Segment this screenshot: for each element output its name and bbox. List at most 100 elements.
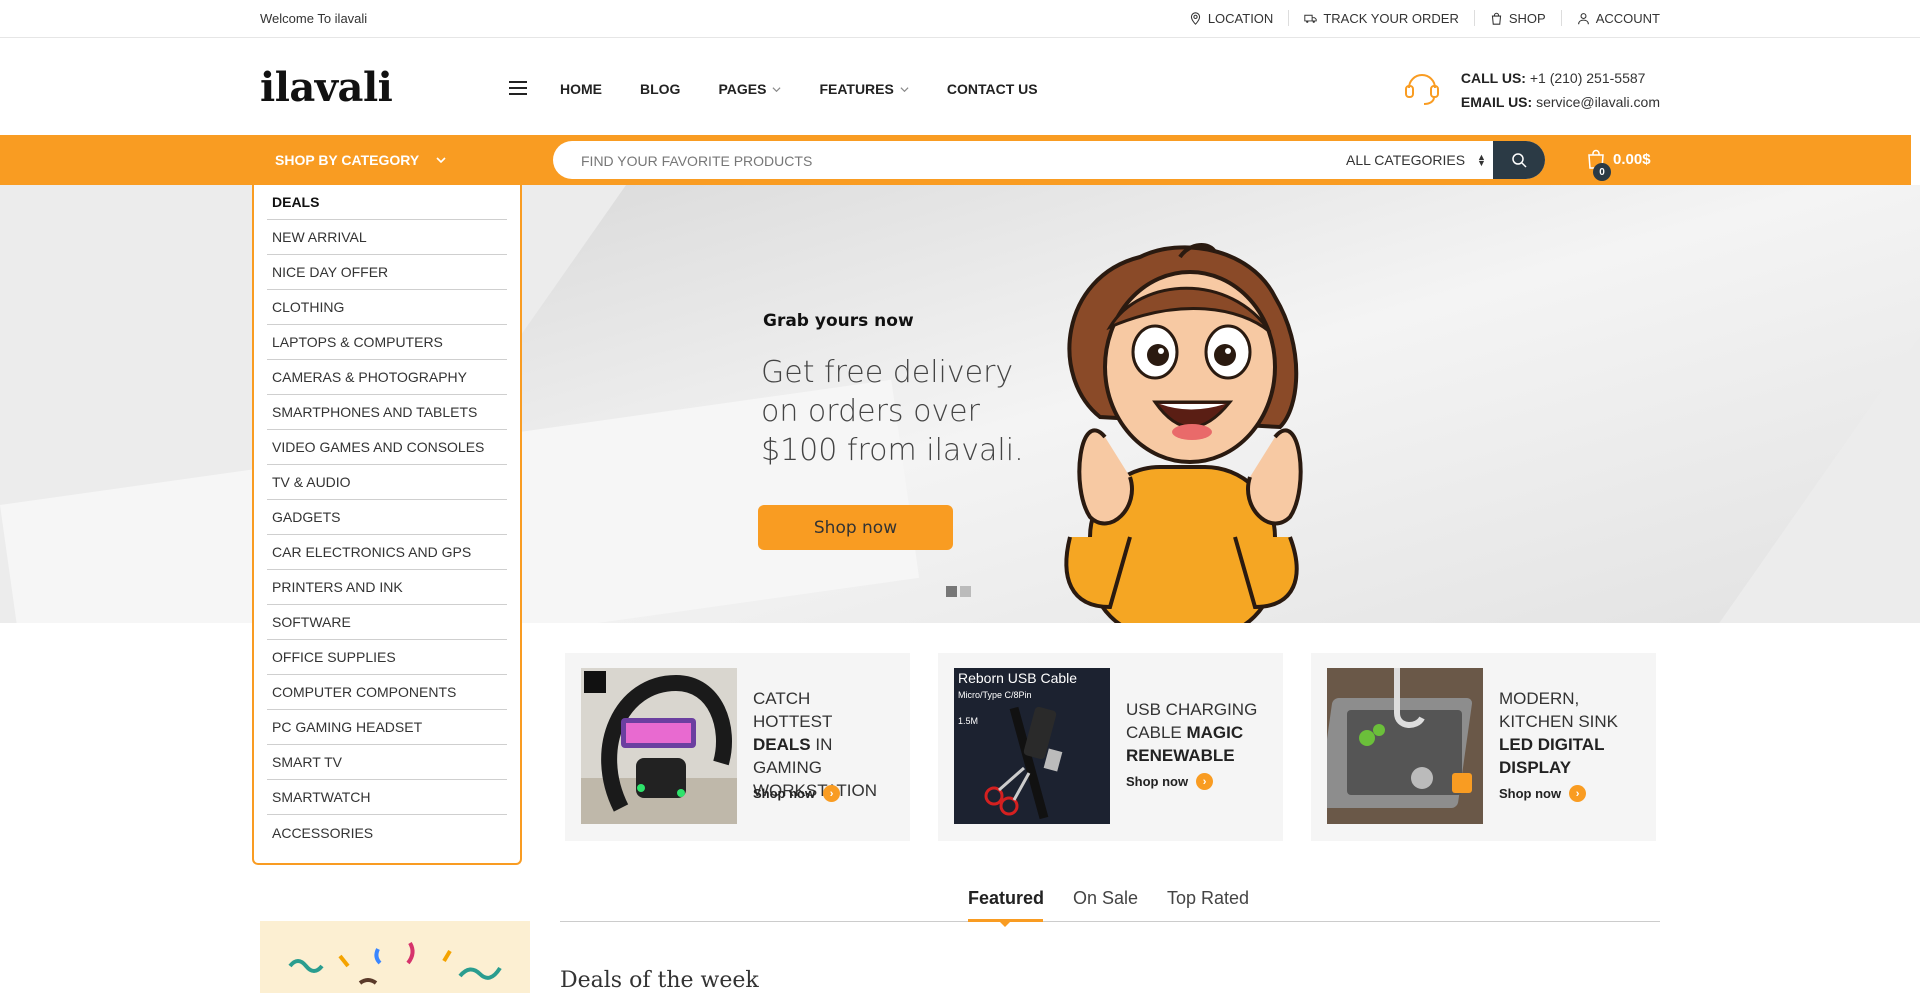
shop-link[interactable]: SHOP [1473,10,1561,26]
track-order-label: TRACK YOUR ORDER [1323,10,1459,26]
location-label: LOCATION [1207,10,1274,26]
category-select-value: ALL CATEGORIES [1346,152,1466,168]
user-icon [1577,12,1589,24]
nav-blog[interactable]: BLOG [640,81,680,97]
nav-home-label: HOME [560,81,602,97]
hero-shop-now-button[interactable]: Shop now [758,505,953,550]
site-logo[interactable]: ilavali [260,64,393,111]
search-button[interactable] [1493,141,1545,179]
promo-card-gaming[interactable]: CATCH HOTTEST DEALS IN GAMING WORKSTATIO… [565,653,910,841]
shop-by-category-label: SHOP BY CATEGORY [275,152,420,168]
category-item[interactable]: OFFICE SUPPLIES [267,640,507,675]
hero-headline: Get free delivery on orders over $100 fr… [761,355,1024,468]
track-order-link[interactable]: TRACK YOUR ORDER [1288,10,1474,26]
call-label: CALL US: [1460,70,1526,86]
site-header: ilavali HOME BLOG PAGES FEATURES CONTACT… [0,38,1920,135]
category-item[interactable]: COMPUTER COMPONENTS [267,675,507,710]
usb-cable-image: Reborn USB Cable Micro/Type C/8Pin 1.5M [954,668,1110,824]
kitchen-sink-image [1327,668,1483,824]
account-label: ACCOUNT [1595,10,1660,26]
top-bar: Welcome To ilavali LOCATION TRACK YOUR O… [0,0,1920,38]
hero-kicker: Grab yours now [763,311,914,331]
promo-card-usb-cable[interactable]: Reborn USB Cable Micro/Type C/8Pin 1.5M … [938,653,1283,841]
search-box: FIND YOUR FAVORITE PRODUCTS ALL CATEGORI… [553,141,1545,179]
support-info: CALL US: +1 (210) 251-5587 EMAIL US: ser… [1404,66,1660,114]
promo-plain-text: CATCH HOTTEST [753,689,833,731]
location-pin-icon [1190,11,1200,25]
category-item[interactable]: NEW ARRIVAL [267,220,507,255]
cart-count-badge: 0 [1593,163,1611,181]
category-search-bar: SHOP BY CATEGORY FIND YOUR FAVORITE PROD… [0,135,1911,185]
product-tabs: Featured On Sale Top Rated [560,888,1660,927]
promo-shop-now-link[interactable]: Shop now › [753,785,841,802]
nav-contact[interactable]: CONTACT US [947,81,1038,97]
call-value[interactable]: +1 (210) 251-5587 [1530,70,1646,86]
category-item[interactable]: VIDEO GAMES AND CONSOLES [267,430,507,465]
category-item[interactable]: SOFTWARE [267,605,507,640]
category-item[interactable]: NICE DAY OFFER [267,255,507,290]
promo-text: MODERN, KITCHEN SINK LED DIGITAL DISPLAY [1499,687,1639,779]
promo-shop-now-link[interactable]: Shop now › [1126,773,1214,790]
category-item[interactable]: CAMERAS & PHOTOGRAPHY [267,360,507,395]
cart-total: 0.00$ [1613,150,1651,168]
active-tab-pointer [1000,922,1010,927]
tab-featured[interactable]: Featured [968,888,1044,909]
email-value[interactable]: service@ilavali.com [1536,94,1660,110]
usb-image-title: Reborn USB Cable [958,670,1077,686]
category-item[interactable]: ACCESSORIES [267,815,507,850]
category-item[interactable]: TV & AUDIO [267,465,507,500]
nav-home[interactable]: HOME [560,81,602,97]
select-arrows-icon: ▲ ▼ [1477,152,1486,168]
chevron-down-icon [772,86,781,92]
confetti-banner-image [260,921,530,993]
account-link[interactable]: ACCOUNT [1560,10,1660,26]
category-item[interactable]: SMARTWATCH [267,780,507,815]
category-item[interactable]: SMARTPHONES AND TABLETS [267,395,507,430]
category-item[interactable]: SMART TV [267,745,507,780]
gaming-workstation-image [581,668,737,824]
promo-shop-now-link[interactable]: Shop now › [1499,785,1587,802]
chevron-down-icon [900,86,909,92]
slider-dot[interactable] [946,586,957,597]
nav-features[interactable]: FEATURES [819,81,909,97]
location-link[interactable]: LOCATION [1174,10,1289,26]
main-nav: HOME BLOG PAGES FEATURES CONTACT US [560,81,1076,97]
usb-image-length: 1.5M [958,716,978,726]
nav-pages-label: PAGES [718,81,767,97]
category-item[interactable]: PRINTERS AND INK [267,570,507,605]
category-item[interactable]: GADGETS [267,500,507,535]
truck-icon [1304,14,1317,23]
tab-on-sale[interactable]: On Sale [1073,888,1138,909]
search-input[interactable]: FIND YOUR FAVORITE PRODUCTS [581,153,812,169]
promo-text: USB CHARGING CABLE MAGIC RENEWABLE [1126,698,1266,767]
category-item[interactable]: DEALS [267,185,507,220]
promo-card-kitchen-sink[interactable]: MODERN, KITCHEN SINK LED DIGITAL DISPLAY… [1311,653,1656,841]
category-menu: DEALS NEW ARRIVAL NICE DAY OFFER CLOTHIN… [252,185,522,865]
usb-image-subtitle: Micro/Type C/8Pin [958,690,1032,700]
nav-features-label: FEATURES [819,81,894,97]
shop-now-label: Shop now [1126,774,1189,789]
top-links: LOCATION TRACK YOUR ORDER SHOP ACCOUNT [1174,10,1660,26]
shop-by-category-button[interactable]: SHOP BY CATEGORY [253,135,521,185]
cart-button[interactable]: 0 0.00$ [1587,149,1651,181]
arrow-right-icon: › [823,785,841,802]
nav-contact-label: CONTACT US [946,81,1038,97]
nav-pages[interactable]: PAGES [718,81,781,97]
arrow-right-icon: › [1569,785,1587,802]
tab-top-rated[interactable]: Top Rated [1167,888,1249,909]
deals-of-week-title: Deals of the week [560,968,759,993]
hamburger-menu-icon[interactable] [509,81,527,95]
shop-label: SHOP [1508,10,1546,26]
shopping-bag-icon [1491,12,1502,25]
category-select[interactable]: ALL CATEGORIES ▲ ▼ [1346,152,1486,168]
slider-dots [946,586,971,597]
category-item[interactable]: CAR ELECTRONICS AND GPS [267,535,507,570]
category-item[interactable]: LAPTOPS & COMPUTERS [267,325,507,360]
category-item[interactable]: CLOTHING [267,290,507,325]
welcome-text: Welcome To ilavali [260,11,368,26]
category-item[interactable]: PC GAMING HEADSET [267,710,507,745]
promo-bold-text: DEALS [753,735,811,754]
slider-dot[interactable] [960,586,971,597]
search-icon [1512,153,1527,168]
email-label: EMAIL US: [1460,94,1533,110]
